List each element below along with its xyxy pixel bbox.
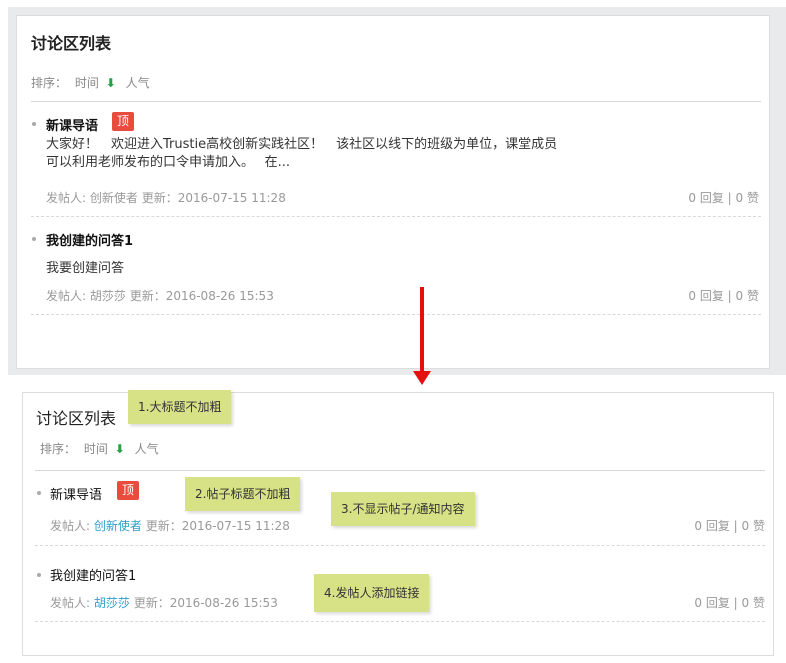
red-arrow-shaft bbox=[420, 287, 424, 371]
post-title[interactable]: 我创建的问答1 bbox=[50, 565, 136, 584]
post-stats: 0 回复 | 0 赞 bbox=[688, 289, 759, 303]
sort-by-time[interactable]: 时间 bbox=[75, 74, 99, 91]
author-label: 发帖人: bbox=[50, 519, 94, 533]
post-divider bbox=[31, 314, 761, 315]
author-label: 发帖人: bbox=[50, 596, 94, 610]
update-time: 更新：2016-07-15 11:28 bbox=[141, 519, 290, 533]
post-divider bbox=[31, 216, 761, 217]
post-meta: 发帖人: 胡莎莎 更新：2016-08-26 15:53 bbox=[46, 287, 274, 304]
bullet-icon bbox=[37, 573, 41, 577]
divider bbox=[35, 470, 765, 471]
author-name: 创新使者 bbox=[89, 191, 138, 205]
top-discussion-card: 讨论区列表 排序： 时间 ⬇ 人气 新课导语 顶 大家好！ 欢迎进入Trusti… bbox=[16, 15, 770, 369]
post-divider bbox=[35, 621, 765, 622]
post-title[interactable]: 我创建的问答1 bbox=[46, 230, 133, 249]
annotation-note-2: 2.帖子标题不加粗 bbox=[185, 477, 301, 511]
author-label: 发帖人: bbox=[46, 289, 90, 303]
sort-by-popularity[interactable]: 人气 bbox=[126, 74, 150, 91]
update-time: 更新：2016-07-15 11:28 bbox=[137, 191, 286, 205]
annotation-note-3: 3.不显示帖子/通知内容 bbox=[331, 492, 475, 526]
post-body: 大家好！ 欢迎进入Trustie高校创新实践社区！ 该社区以线下的班级为单位，课… bbox=[46, 136, 746, 172]
pinned-badge: 顶 bbox=[112, 112, 135, 131]
sort-by-popularity[interactable]: 人气 bbox=[135, 440, 159, 457]
pinned-badge: 顶 bbox=[117, 481, 140, 500]
sort-down-arrow-icon[interactable]: ⬇ bbox=[115, 442, 125, 456]
sort-bar: 排序： 时间 ⬇ 人气 bbox=[40, 440, 159, 457]
post-body-line: 可以利用老师发布的口令申请加入。 在... bbox=[46, 155, 291, 170]
red-arrow-down-icon bbox=[413, 371, 431, 385]
post-body: 我要创建问答 bbox=[46, 260, 124, 278]
sort-label: 排序： bbox=[40, 442, 77, 456]
update-time: 更新：2016-08-26 15:53 bbox=[125, 289, 274, 303]
sort-bar: 排序： 时间 ⬇ 人气 bbox=[31, 74, 150, 91]
post-meta: 发帖人: 创新使者 更新：2016-07-15 11:28 bbox=[46, 189, 286, 206]
bullet-icon bbox=[32, 237, 36, 241]
update-time: 更新：2016-08-26 15:53 bbox=[129, 596, 278, 610]
bullet-icon bbox=[32, 122, 36, 126]
post-stats: 0 回复 | 0 赞 bbox=[694, 596, 765, 610]
author-link[interactable]: 创新使者 bbox=[94, 519, 142, 533]
post-title[interactable]: 新课导语 bbox=[50, 484, 102, 503]
post-stats: 0 回复 | 0 赞 bbox=[688, 191, 759, 205]
page-title: 讨论区列表 bbox=[31, 34, 112, 53]
divider bbox=[31, 101, 761, 102]
author-label: 发帖人: bbox=[46, 191, 90, 205]
sort-by-time[interactable]: 时间 bbox=[84, 440, 108, 457]
post-body-line: 大家好！ 欢迎进入Trustie高校创新实践社区！ 该社区以线下的班级为单位，课… bbox=[46, 137, 558, 152]
annotation-note-1: 1.大标题不加粗 bbox=[128, 390, 232, 424]
post-meta: 发帖人: 创新使者 更新：2016-07-15 11:28 bbox=[50, 517, 290, 534]
top-panel-background: 讨论区列表 排序： 时间 ⬇ 人气 新课导语 顶 大家好！ 欢迎进入Trusti… bbox=[8, 7, 786, 375]
annotation-note-4: 4.发帖人添加链接 bbox=[314, 574, 430, 612]
post-stats: 0 回复 | 0 赞 bbox=[694, 519, 765, 533]
sort-label: 排序： bbox=[31, 76, 68, 90]
post-meta: 发帖人: 胡莎莎 更新：2016-08-26 15:53 bbox=[50, 594, 278, 611]
sort-down-arrow-icon[interactable]: ⬇ bbox=[106, 76, 116, 90]
bullet-icon bbox=[37, 491, 41, 495]
post-body-line: 我要创建问答 bbox=[46, 261, 125, 276]
post-title[interactable]: 新课导语 bbox=[46, 115, 98, 134]
author-link[interactable]: 胡莎莎 bbox=[94, 596, 130, 610]
post-divider bbox=[35, 545, 765, 546]
page-title: 讨论区列表 bbox=[36, 409, 117, 428]
author-name: 胡莎莎 bbox=[89, 289, 126, 303]
